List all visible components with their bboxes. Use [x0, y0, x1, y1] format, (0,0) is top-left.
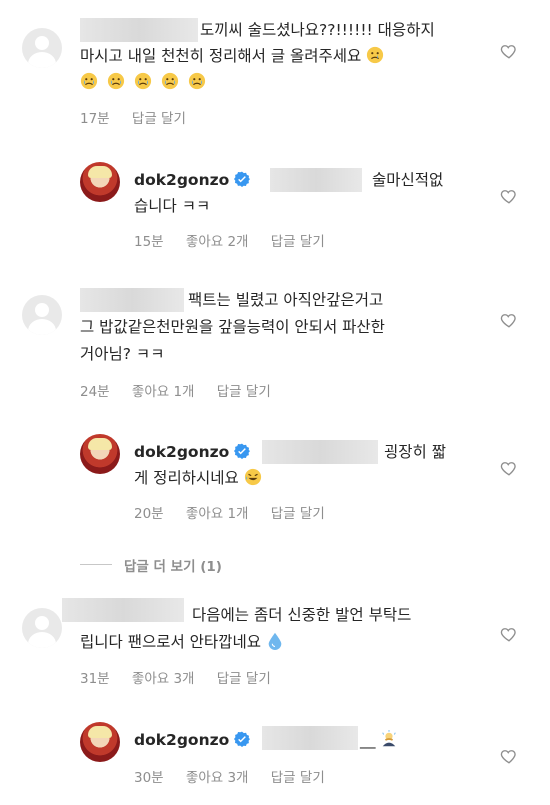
- reply-header: dok2gonzo: [134, 170, 251, 189]
- reply-meta: 30분 좋아요 3개 답글 달기: [134, 766, 343, 786]
- redacted-username: [80, 288, 184, 312]
- comment-text-line: 마시고 내일 천천히 정리해서 글 올려주세요: [80, 44, 384, 69]
- reply-button[interactable]: 답글 달기: [132, 111, 186, 127]
- redacted-username: [62, 598, 184, 622]
- comment-time: 17분: [80, 111, 110, 127]
- droplet-emoji-icon: [268, 632, 282, 650]
- likes-count[interactable]: 좋아요 2개: [186, 234, 249, 250]
- comment-text-line: 립니다 팬으로서 안타깝네요: [80, 630, 284, 655]
- reply-header: dok2gonzo: [134, 442, 251, 461]
- crying-face-emoji-icon: [189, 72, 206, 90]
- comment-text-line: 그 밥값같은천만원을 갚을능력이 안되서 파산한: [80, 318, 385, 336]
- view-more-replies-button[interactable]: 답글 더 보기 (1): [124, 555, 222, 575]
- divider-line: [80, 564, 112, 565]
- comment-text-line: 도끼씨 술드셨나요??!!!!!! 대응하지: [200, 21, 435, 39]
- reply-username[interactable]: dok2gonzo: [134, 731, 229, 749]
- redacted-mention: [270, 168, 362, 192]
- likes-count[interactable]: 좋아요 1개: [186, 506, 249, 522]
- commenter-avatar[interactable]: [22, 28, 62, 68]
- verified-badge-icon: [234, 731, 251, 747]
- reply-button[interactable]: 답글 달기: [217, 671, 271, 687]
- dok2gonzo-avatar[interactable]: [80, 162, 120, 202]
- reply-text-line: 굉장히 짧: [384, 443, 446, 461]
- comment-meta: 17분 답글 달기: [80, 107, 204, 127]
- person-bowing-emoji-icon: [382, 730, 397, 747]
- heart-icon[interactable]: [500, 625, 518, 643]
- reply-username[interactable]: dok2gonzo: [134, 443, 229, 461]
- crying-face-emoji-icon: [107, 72, 125, 90]
- reply-time: 20분: [134, 506, 164, 522]
- reply-text-line: 술마신적없: [372, 171, 444, 189]
- comment-text-line: 다음에는 좀더 신중한 발언 부탁드: [192, 606, 412, 624]
- crying-face-emoji-icon: [367, 46, 384, 64]
- likes-count[interactable]: 좋아요 3개: [132, 671, 195, 687]
- verified-badge-icon: [234, 443, 251, 459]
- reply-text-line: __: [360, 728, 398, 753]
- heart-icon[interactable]: [500, 459, 518, 477]
- reply-meta: 15분 좋아요 2개 답글 달기: [134, 230, 343, 250]
- reply-button[interactable]: 답글 달기: [271, 234, 325, 250]
- reply-time: 30분: [134, 770, 164, 786]
- commenter-avatar[interactable]: [22, 295, 62, 335]
- reply-meta: 20분 좋아요 1개 답글 달기: [134, 502, 343, 522]
- emoji-row: [80, 72, 206, 91]
- comment-meta: 31분 좋아요 3개 답글 달기: [80, 667, 289, 687]
- crying-face-emoji-icon: [162, 72, 179, 90]
- comment-meta: 24분 좋아요 1개 답글 달기: [80, 380, 289, 400]
- dok2gonzo-avatar[interactable]: [80, 722, 120, 762]
- heart-icon[interactable]: [500, 42, 518, 60]
- verified-badge-icon: [234, 171, 251, 187]
- redacted-username: [80, 18, 198, 42]
- heart-icon[interactable]: [500, 747, 518, 765]
- reply-text-line: 습니다 ㅋㅋ: [134, 197, 211, 215]
- reply-button[interactable]: 답글 달기: [217, 384, 271, 400]
- crying-face-emoji-icon: [135, 72, 152, 90]
- crying-face-emoji-icon: [80, 72, 98, 90]
- redacted-mention: [262, 440, 378, 464]
- commenter-avatar[interactable]: [22, 608, 62, 648]
- dok2gonzo-avatar[interactable]: [80, 434, 120, 474]
- comment-time: 31분: [80, 671, 110, 687]
- reply-button[interactable]: 답글 달기: [271, 506, 325, 522]
- likes-count[interactable]: 좋아요 1개: [132, 384, 195, 400]
- comment-text-line: 팩트는 빌렸고 아직안갚은거고: [188, 291, 384, 309]
- heart-icon[interactable]: [500, 311, 518, 329]
- reply-time: 15분: [134, 234, 164, 250]
- reply-button[interactable]: 답글 달기: [271, 770, 325, 786]
- comment-time: 24분: [80, 384, 110, 400]
- reply-username[interactable]: dok2gonzo: [134, 171, 229, 189]
- rolling-laughing-emoji-icon: [244, 468, 261, 486]
- reply-text-line: 게 정리하시네요: [134, 466, 262, 491]
- comment-text-line: 거아님? ㅋㅋ: [80, 345, 165, 363]
- redacted-mention: [262, 726, 358, 750]
- likes-count[interactable]: 좋아요 3개: [186, 770, 249, 786]
- heart-icon[interactable]: [500, 187, 518, 205]
- reply-header: dok2gonzo: [134, 730, 251, 749]
